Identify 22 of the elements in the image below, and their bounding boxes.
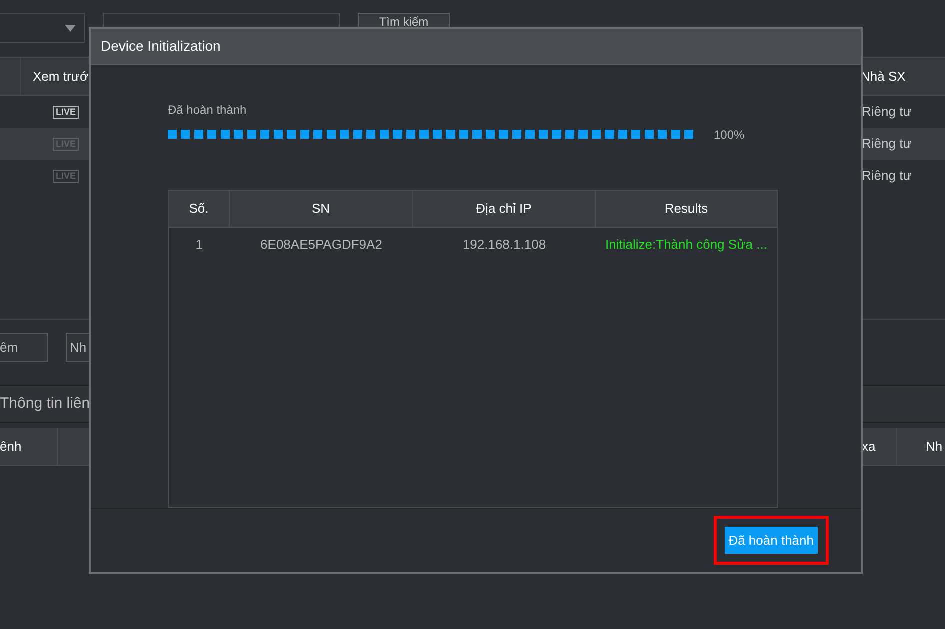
status-text: Đã hoàn thành [168, 102, 248, 119]
live-badge[interactable]: LIVE [53, 106, 80, 118]
column-header: ênh [0, 428, 58, 465]
caret-icon [65, 24, 76, 32]
dropdown-field[interactable] [0, 13, 85, 43]
table-cell-text: 1 [194, 236, 204, 254]
input-field[interactable]: êm [0, 333, 48, 362]
table-cell-text: Riêng tư [862, 135, 913, 154]
section-tab[interactable]: Thông tin liên [0, 392, 90, 416]
dialog-title: Device Initialization [101, 36, 221, 56]
column-header: Địa chỉ IP [413, 190, 596, 227]
table-cell-text: Initialize:Thành công Sửa ... [604, 236, 768, 254]
column-header: Nh [925, 438, 944, 456]
column-header: SN [230, 190, 413, 227]
progress-reading: 100% [714, 126, 745, 144]
column-header: Results [664, 200, 710, 218]
table-cell-text: Riêng tư [862, 103, 913, 122]
column-header: Số. [169, 190, 230, 227]
column-header: Xem trướ [33, 68, 89, 86]
table-cell-text: Riêng tư [862, 167, 913, 186]
table-cell-text: 192.168.1.108 [462, 236, 548, 254]
table-cell-text: 6E08AE5PAGDF9A2 [260, 236, 384, 254]
